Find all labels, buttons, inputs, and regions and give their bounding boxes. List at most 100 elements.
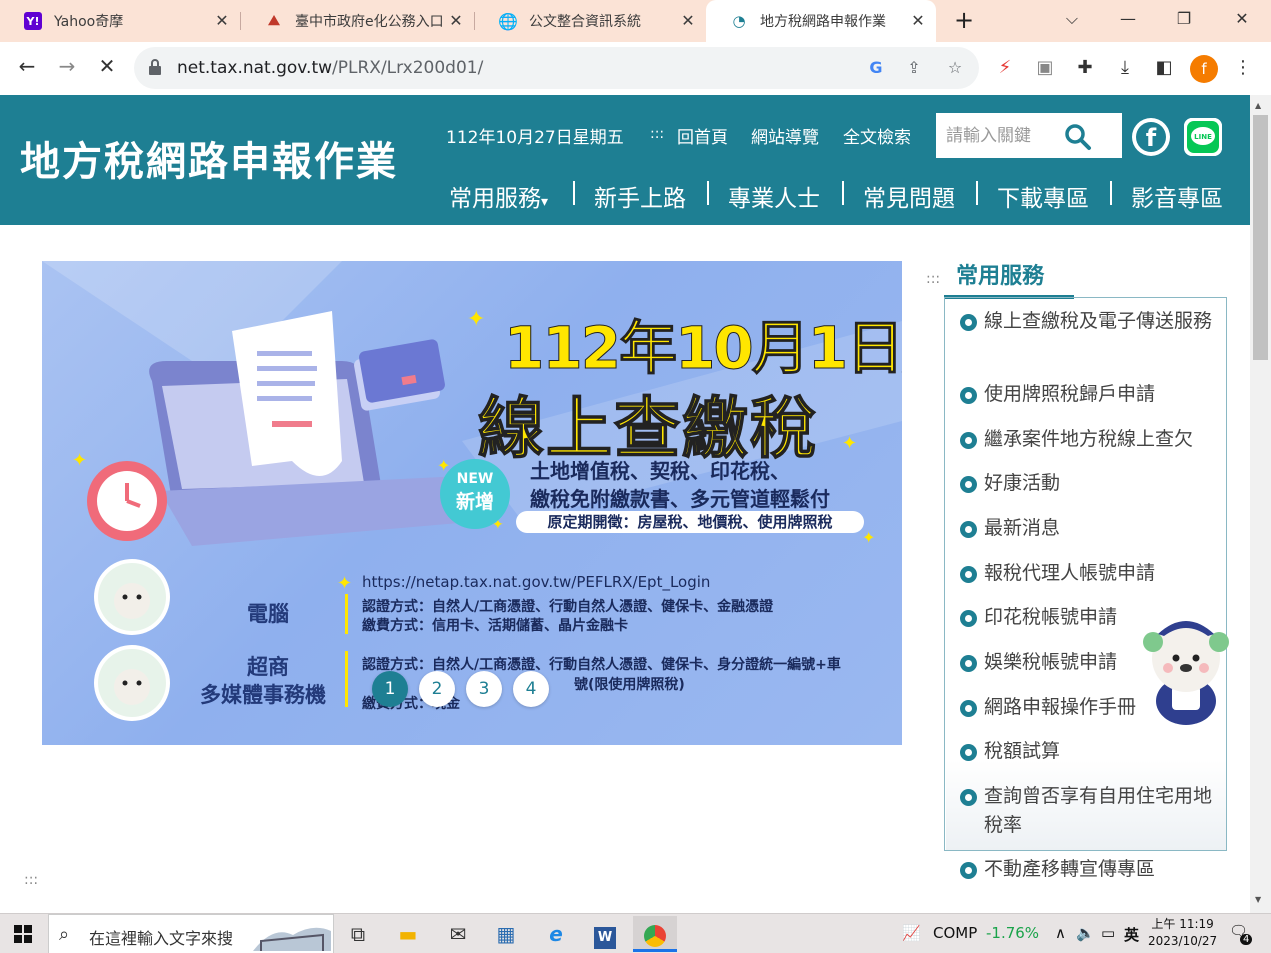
nav-beginners[interactable]: 新手上路 <box>594 179 686 212</box>
sidebar-item-online-tax[interactable]: 線上查繳稅及電子傳送服務 <box>960 307 1215 336</box>
task-view-icon[interactable]: ⧉ <box>336 916 380 952</box>
mail-icon[interactable]: ✉ <box>436 916 480 952</box>
svg-text:LINE: LINE <box>1194 133 1212 141</box>
bullet-icon <box>960 566 977 583</box>
extension-gray-icon[interactable]: ▣ <box>1032 55 1058 81</box>
facebook-icon[interactable]: f <box>1132 118 1170 156</box>
accesskey-marker[interactable]: ::: <box>650 126 664 142</box>
search-icon[interactable] <box>1062 121 1094 151</box>
sidebar-item-tax-calc[interactable]: 稅額試算 <box>960 737 1215 766</box>
close-icon[interactable]: ✕ <box>908 11 928 31</box>
bullet-icon <box>960 476 977 493</box>
sidebar-item-real-estate[interactable]: 不動產移轉宣傳專區 <box>960 855 1215 884</box>
banner-url: https://netap.tax.nat.gov.tw/PEFLRX/Ept_… <box>362 573 711 591</box>
nav-downloads[interactable]: 下載專區 <box>997 179 1089 212</box>
line-icon[interactable]: LINE <box>1184 118 1222 156</box>
extension-red-icon[interactable]: ⚡ <box>992 55 1018 81</box>
tab-yahoo[interactable]: Y! Yahoo奇摩 ✕ <box>0 0 240 42</box>
sidebar-item-residential-rate[interactable]: 查詢曾否享有自用住宅用地稅率 <box>960 782 1215 840</box>
side-panel-icon[interactable]: ◧ <box>1151 55 1177 81</box>
word-icon[interactable]: W <box>583 916 627 952</box>
tab-taichung-portal[interactable]: ⛰ 臺中市政府e化公務入口 ✕ <box>241 0 474 42</box>
sidebar-item-inheritance[interactable]: 繼承案件地方稅線上查欠 <box>960 425 1215 454</box>
bullet-icon <box>960 789 977 806</box>
google-translate-icon[interactable]: G <box>866 58 886 78</box>
tab-document-system[interactable]: 🌐 公文整合資訊系統 ✕ <box>475 0 706 42</box>
stock-change[interactable]: -1.76% <box>986 924 1039 942</box>
search-input[interactable] <box>946 123 1066 149</box>
site-title[interactable]: 地方稅網路申報作業 <box>20 129 398 187</box>
sitemap-link[interactable]: 網站導覽 <box>751 123 819 148</box>
notification-count: 4 <box>1240 934 1253 945</box>
minimize-button[interactable]: — <box>1104 0 1152 38</box>
carousel-page-3[interactable]: 3 <box>466 671 502 707</box>
ime-indicator[interactable]: 英 <box>1124 924 1139 945</box>
file-explorer-icon[interactable]: ▬ <box>386 916 430 952</box>
extensions-puzzle-icon[interactable]: ✚ <box>1072 55 1098 81</box>
chrome-icon[interactable] <box>633 916 677 952</box>
windows-taskbar: ⌕ 在這裡輸入文字來搜 ⧉ ▬ ✉ ▦ e W 📈 COMP -1.76% ∧ … <box>0 913 1271 953</box>
carousel-page-2[interactable]: 2 <box>419 671 455 707</box>
bullet-icon <box>960 862 977 879</box>
taskbar-search[interactable]: ⌕ 在這裡輸入文字來搜 <box>48 914 334 953</box>
bookmark-star-icon[interactable]: ☆ <box>945 58 965 78</box>
store-icon[interactable]: ▦ <box>484 916 528 952</box>
volume-icon[interactable]: 🔈 <box>1076 924 1095 942</box>
kiosk-label: 多媒體事務機 <box>200 683 326 707</box>
notification-icon[interactable]: 🗨 4 <box>1229 922 1253 945</box>
search-highlight-image <box>253 927 331 951</box>
nav-faq[interactable]: 常見問題 <box>863 179 955 212</box>
address-bar[interactable]: net.tax.nat.gov.tw/PLRX/Lrx200d01/ G ⇪ ☆ <box>134 47 979 89</box>
close-icon[interactable]: ✕ <box>678 11 698 31</box>
tab-search-chevron-icon[interactable]: ⌵ <box>1048 0 1096 38</box>
scrollbar-thumb[interactable] <box>1253 115 1268 360</box>
svg-text:✦: ✦ <box>862 528 875 547</box>
browser-menu-icon[interactable]: ⋮ <box>1230 55 1256 81</box>
close-icon[interactable]: ✕ <box>446 11 466 31</box>
stock-name[interactable]: COMP <box>933 924 977 942</box>
sidebar-item-promotions[interactable]: 好康活動 <box>960 469 1215 498</box>
home-link[interactable]: 回首頁 <box>677 123 728 148</box>
close-window-button[interactable]: ✕ <box>1218 0 1266 38</box>
profile-avatar[interactable]: f <box>1190 55 1218 83</box>
lock-icon <box>149 59 161 75</box>
taskbar-clock[interactable]: 上午 11:19 2023/10/27 <box>1148 916 1217 950</box>
network-icon[interactable]: ▭ <box>1101 924 1115 942</box>
sidebar-item-license-tax[interactable]: 使用牌照稅歸戶申請 <box>960 380 1215 409</box>
stock-chart-icon[interactable]: 📈 <box>902 924 921 942</box>
banner-date-heading: 112年10月1日起 <box>503 314 902 383</box>
stop-loading-button[interactable]: ✕ <box>94 54 120 80</box>
sidebar-item-news[interactable]: 最新消息 <box>960 514 1215 543</box>
download-icon[interactable]: ⤓ <box>1112 55 1138 81</box>
new-tab-button[interactable]: + <box>952 8 976 33</box>
carousel-page-1[interactable]: 1 <box>372 671 408 707</box>
promo-banner[interactable]: ✦ ✦ ✦ ✦ ✦ ✦ ✦ 112年10月1日起 線上查繳稅 NEW 新增 土地… <box>42 261 902 745</box>
page-scrollbar[interactable]: ▲ ▼ <box>1250 95 1271 913</box>
search-icon: ⌕ <box>59 924 70 945</box>
ie-icon[interactable]: e <box>534 916 578 952</box>
bullet-icon <box>960 432 977 449</box>
taskbar-search-placeholder: 在這裡輸入文字來搜 <box>89 929 234 948</box>
tray-chevron-icon[interactable]: ∧ <box>1055 924 1066 942</box>
forward-button[interactable]: → <box>54 54 80 80</box>
share-icon[interactable]: ⇪ <box>904 58 924 78</box>
pc-label: 電腦 <box>247 602 289 626</box>
nav-video[interactable]: 影音專區 <box>1131 179 1223 212</box>
close-icon[interactable]: ✕ <box>212 11 232 31</box>
site-header: 地方稅網路申報作業 112年10月27日星期五 ::: 回首頁 網站導覽 全文檢… <box>0 95 1250 225</box>
restore-button[interactable]: ❐ <box>1160 0 1208 38</box>
sidebar-item-agent-account[interactable]: 報稅代理人帳號申請 <box>960 559 1215 588</box>
nav-common-services[interactable]: 常用服務▾ <box>449 179 548 212</box>
mascot-bear-image[interactable] <box>1138 606 1234 728</box>
new-badge: NEW 新增 <box>440 459 510 529</box>
banner-subtitle-1: 土地增值稅、契稅、印花稅、 <box>530 459 790 483</box>
carousel-page-4[interactable]: 4 <box>513 671 549 707</box>
back-button[interactable]: ← <box>14 54 40 80</box>
nav-professionals[interactable]: 專業人士 <box>728 179 820 212</box>
bullet-icon <box>960 521 977 538</box>
content-accesskey-marker[interactable]: ::: <box>24 872 38 888</box>
tab-local-tax[interactable]: ◔ 地方稅網路申報作業 ✕ <box>706 0 936 42</box>
svg-text:✦: ✦ <box>842 433 857 454</box>
windows-start-icon[interactable] <box>14 925 32 943</box>
fulltext-search-link[interactable]: 全文檢索 <box>843 123 911 148</box>
